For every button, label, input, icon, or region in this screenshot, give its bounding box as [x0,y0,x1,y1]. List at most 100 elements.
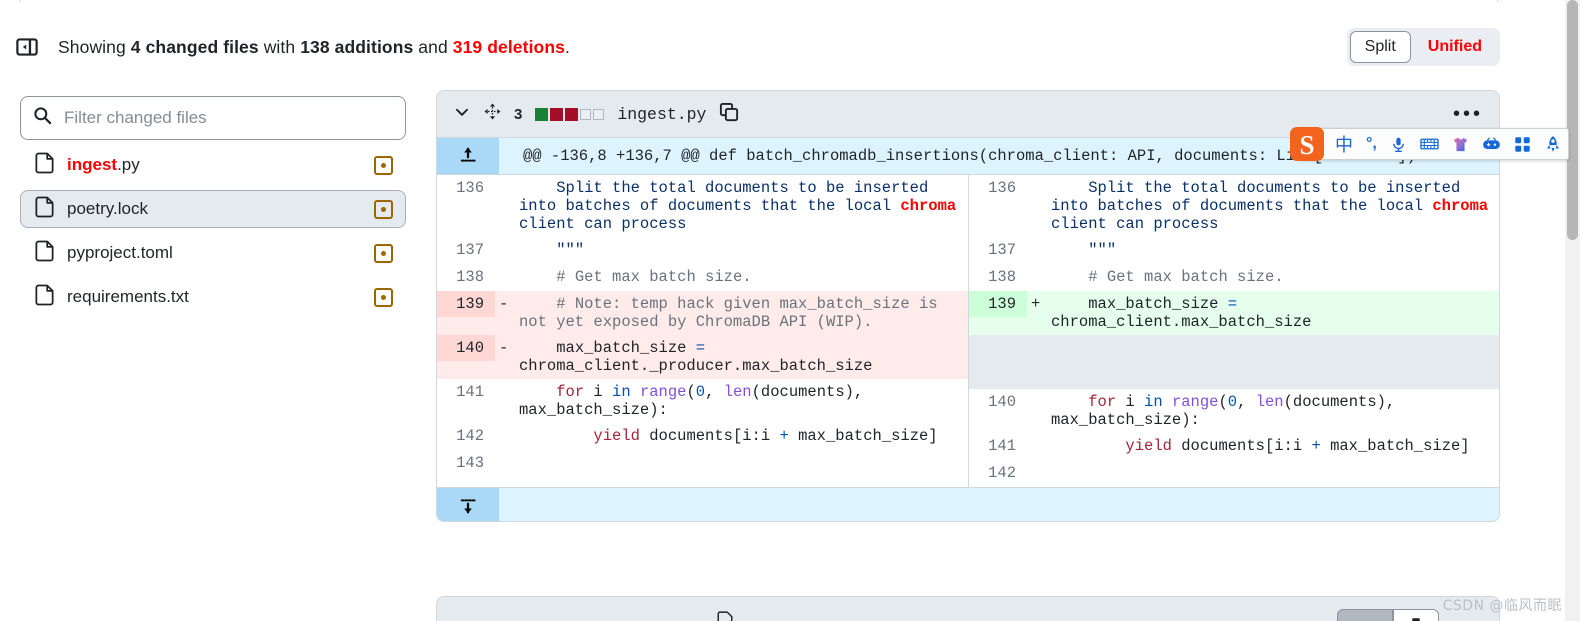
diff-line-left: 142 yield documents[i:i + max_batch_size… [437,423,968,450]
file-list-item-poetry-lock[interactable]: poetry.lock [20,190,406,228]
soft-keyboard-icon[interactable] [1420,136,1439,152]
diff-line-code: # Get max batch size. [1088,268,1284,286]
diff-line-number[interactable] [969,335,1027,343]
split-view-button[interactable]: Split [1349,31,1411,63]
diff-line-sign [1027,175,1051,183]
diff-line-number[interactable]: 137 [437,237,495,263]
summary-deletions: 319 deletions [452,36,565,57]
move-arrows-icon[interactable] [484,103,501,125]
summary-additions: 138 additions [300,36,414,57]
file-name-rest: pyproject.toml [67,243,173,262]
diff-line-code: yield documents[i:i + max_batch_size] [593,427,938,445]
diff-line-right: 140 for i in range(0, len(documents), ma… [969,389,1499,433]
game-controller-icon[interactable] [1482,137,1501,152]
diffstat-bar [535,107,605,121]
file-list-item-requirements-txt[interactable]: requirements.txt [20,278,406,316]
file-list-item-ingest-py[interactable]: ingest.py [20,146,406,184]
app-grid-icon[interactable] [1514,136,1531,153]
diff-line-number[interactable]: 141 [969,433,1027,459]
diff-line-code: Split the total documents to be inserted… [519,179,966,233]
diff-line-sign [1027,264,1051,272]
file-list-item-label: poetry.lock [67,199,361,219]
diff-line-number[interactable]: 141 [437,379,495,405]
filter-changed-files[interactable] [20,96,406,140]
diff-file-name[interactable]: ingest.py [617,105,706,124]
skin-tshirt-icon[interactable] [1452,136,1469,153]
filter-changed-files-input[interactable] [62,107,393,129]
diff-line-left: 138 # Get max batch size. [437,264,968,291]
rocket-settings-icon[interactable] [1544,135,1562,153]
diff-page: Showing 4 changed files with 138 additio… [0,0,1580,621]
diff-line-right: 136 Split the total documents to be inse… [969,175,1499,237]
page-scrollbar[interactable] [1565,0,1580,621]
diff-change-count: 3 [514,105,523,123]
diff-line-sign [495,237,519,245]
diff-line-right: 139 + max_batch_size = chroma_client.max_… [969,291,1499,335]
file-icon [35,196,54,223]
diff-line-right: 138 # Get max batch size. [969,264,1499,291]
diff-side-left: 136 Split the total documents to be inse… [437,175,968,487]
diff-view-toggle[interactable]: Split Unified [1346,28,1500,66]
diff-line-sign [495,175,519,183]
summary-and: and [413,36,453,57]
diff-line-number[interactable]: 139 [969,291,1027,317]
file-icon [35,152,54,179]
diff-line-left: 139- # Note: temp hack given max_batch_s… [437,291,968,335]
diff-line-number[interactable]: 142 [437,423,495,449]
chinese-mode-icon[interactable]: 中 [1335,131,1353,157]
diff-line-number[interactable]: 137 [969,237,1027,263]
next-file-diff-panel [436,596,1500,621]
unified-view-button[interactable]: Unified [1413,31,1497,63]
search-icon [33,106,52,130]
diff-line-right: 142 [969,460,1499,487]
microphone-icon[interactable] [1390,136,1407,153]
diff-line-code: """ [556,241,585,259]
file-status-badge [374,287,393,307]
svg-text:S: S [1299,130,1314,160]
sogou-ime-toolbar[interactable]: S 中 °, [1290,127,1569,161]
diff-line-right: 141 yield documents[i:i + max_batch_size… [969,433,1499,460]
diff-header-bar: Showing 4 changed files with 138 additio… [0,26,1510,68]
next-file-actions[interactable] [1337,609,1439,621]
next-file-button-secondary[interactable] [1393,609,1439,621]
diff-line-number[interactable]: 138 [437,264,495,290]
diff-line-right: 137 """ [969,237,1499,264]
diff-line-number[interactable]: 143 [437,450,495,476]
punctuation-mode-icon[interactable]: °, [1366,135,1377,153]
file-name-rest: .py [117,155,140,174]
diff-line-number[interactable]: 139 [437,291,495,317]
file-list-item-pyproject-toml[interactable]: pyproject.toml [20,234,406,272]
copy-path-icon[interactable] [719,102,739,127]
changed-files-sidebar: ingest.py poetry.lock pyproject.toml req… [20,96,406,316]
file-status-badge [374,199,393,219]
diff-line-number[interactable]: 138 [969,264,1027,290]
expand-down-icon[interactable] [437,488,499,521]
file-name-highlight: ingest [67,155,118,174]
diff-line-number[interactable]: 136 [969,175,1027,201]
diff-line-code: # Get max batch size. [556,268,752,286]
file-name-rest: poetry.lock [67,199,148,218]
diff-line-number[interactable]: 140 [969,389,1027,415]
hunk-footer-fill [499,488,1499,521]
diff-line-code [1051,460,1499,468]
file-status-badge [374,243,393,263]
sidebar-collapse-icon[interactable] [14,34,40,60]
chevron-down-icon[interactable] [453,103,471,126]
expand-up-icon[interactable] [437,138,499,174]
sogou-s-logo[interactable]: S [1287,125,1327,163]
summary-period: . [564,36,570,57]
file-icon [717,611,733,621]
diff-line-left: 136 Split the total documents to be inse… [437,175,968,237]
next-file-button-primary[interactable] [1337,609,1393,621]
diff-line-number[interactable]: 136 [437,175,495,201]
diff-line-number[interactable]: 140 [437,335,495,361]
file-icon [35,284,54,311]
diff-line-code: Split the total documents to be inserted… [1051,179,1498,233]
diff-line-sign [495,264,519,272]
diff-line-number[interactable]: 142 [969,460,1027,486]
file-name-rest: requirements.txt [67,287,189,306]
diff-line-sign: + [1031,295,1041,313]
file-list-item-label: ingest.py [67,155,361,175]
diff-options-kebab-button[interactable]: ••• [1453,104,1483,124]
page-scrollbar-thumb[interactable] [1567,0,1578,240]
